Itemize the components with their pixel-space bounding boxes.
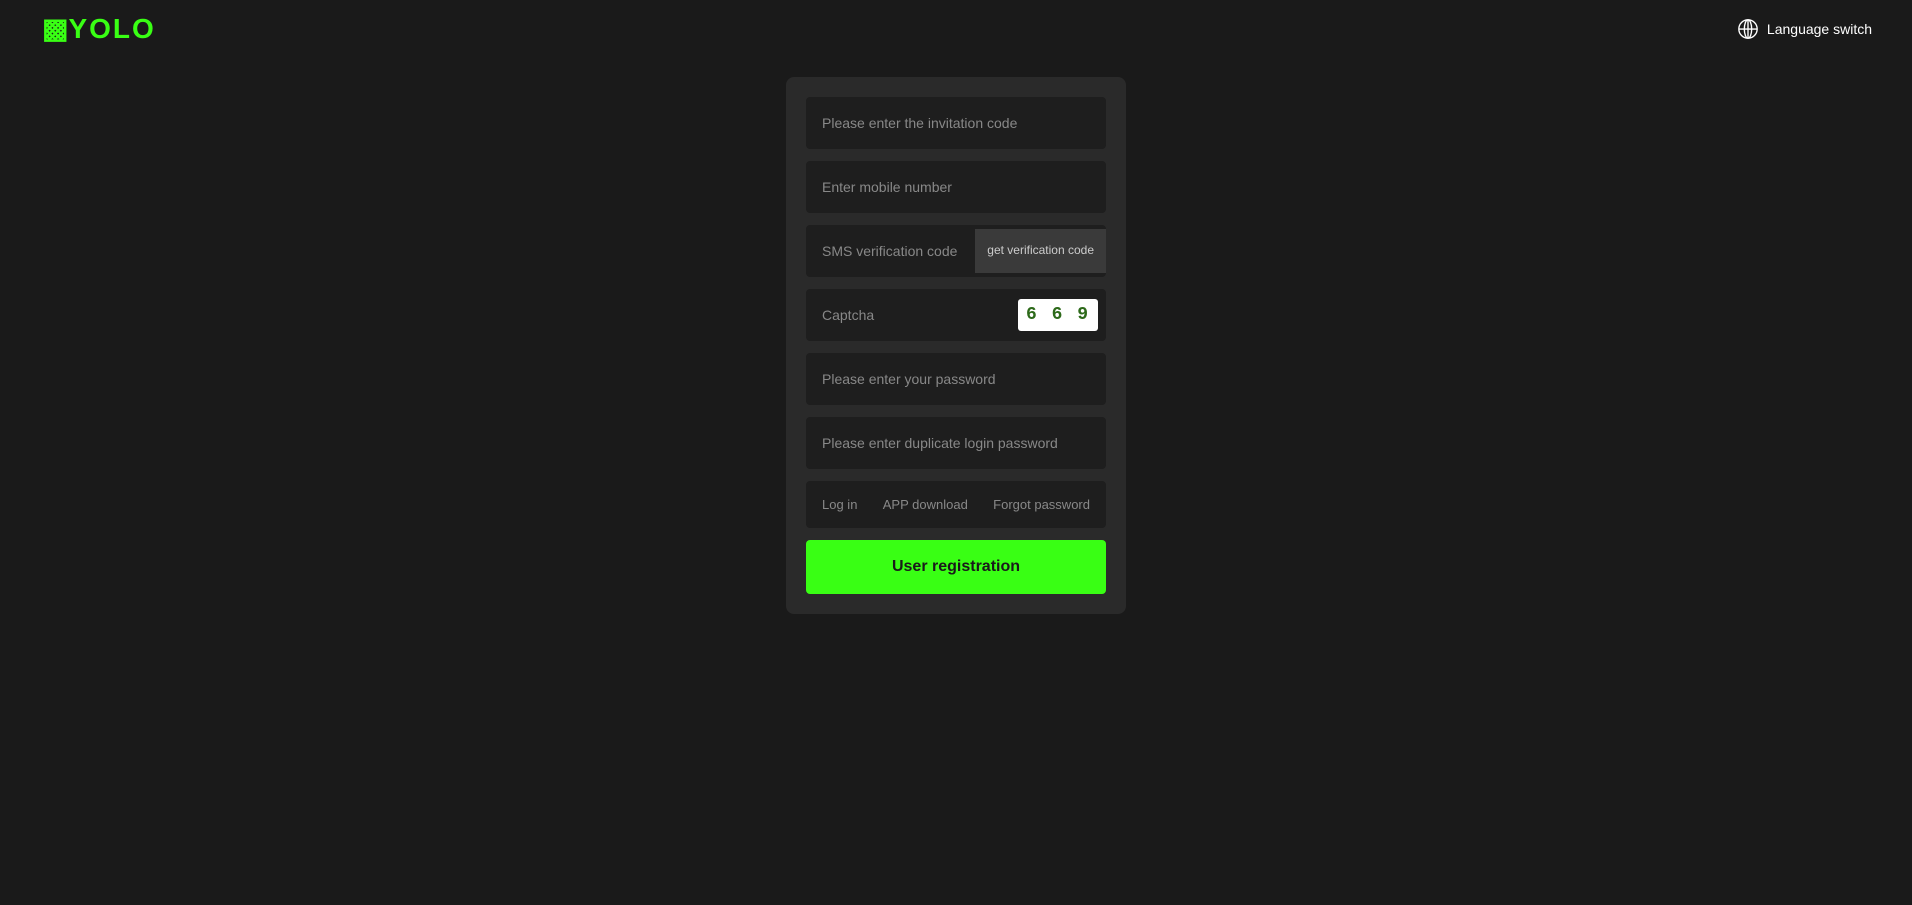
invitation-code-input[interactable] <box>806 97 1106 149</box>
language-switch[interactable]: Language switch <box>1737 18 1872 40</box>
password-input[interactable] <box>806 353 1106 405</box>
captcha-value: 6 6 9 <box>1026 305 1090 325</box>
app-download-link[interactable]: APP download <box>875 497 976 512</box>
login-link[interactable]: Log in <box>814 497 865 512</box>
bottom-links: Log in APP download Forgot password <box>806 481 1106 528</box>
globe-icon <box>1737 18 1759 40</box>
captcha-label: Captcha <box>806 289 1010 341</box>
forgot-password-link[interactable]: Forgot password <box>985 497 1098 512</box>
header: ▩YOLO Language switch <box>0 0 1912 57</box>
sms-row: SMS verification code get verification c… <box>806 225 1106 277</box>
get-verification-btn[interactable]: get verification code <box>975 229 1106 273</box>
logo: ▩YOLO <box>40 12 156 45</box>
main-content: SMS verification code get verification c… <box>0 57 1912 614</box>
language-switch-label: Language switch <box>1767 21 1872 37</box>
confirm-password-input[interactable] <box>806 417 1106 469</box>
captcha-image[interactable]: 6 6 9 <box>1018 299 1098 331</box>
sms-label: SMS verification code <box>806 225 975 277</box>
registration-form: SMS verification code get verification c… <box>786 77 1126 614</box>
register-button[interactable]: User registration <box>806 540 1106 594</box>
mobile-input[interactable] <box>806 161 1106 213</box>
captcha-row: Captcha 6 6 9 <box>806 289 1106 341</box>
logo-text: ▩YOLO <box>40 13 156 44</box>
